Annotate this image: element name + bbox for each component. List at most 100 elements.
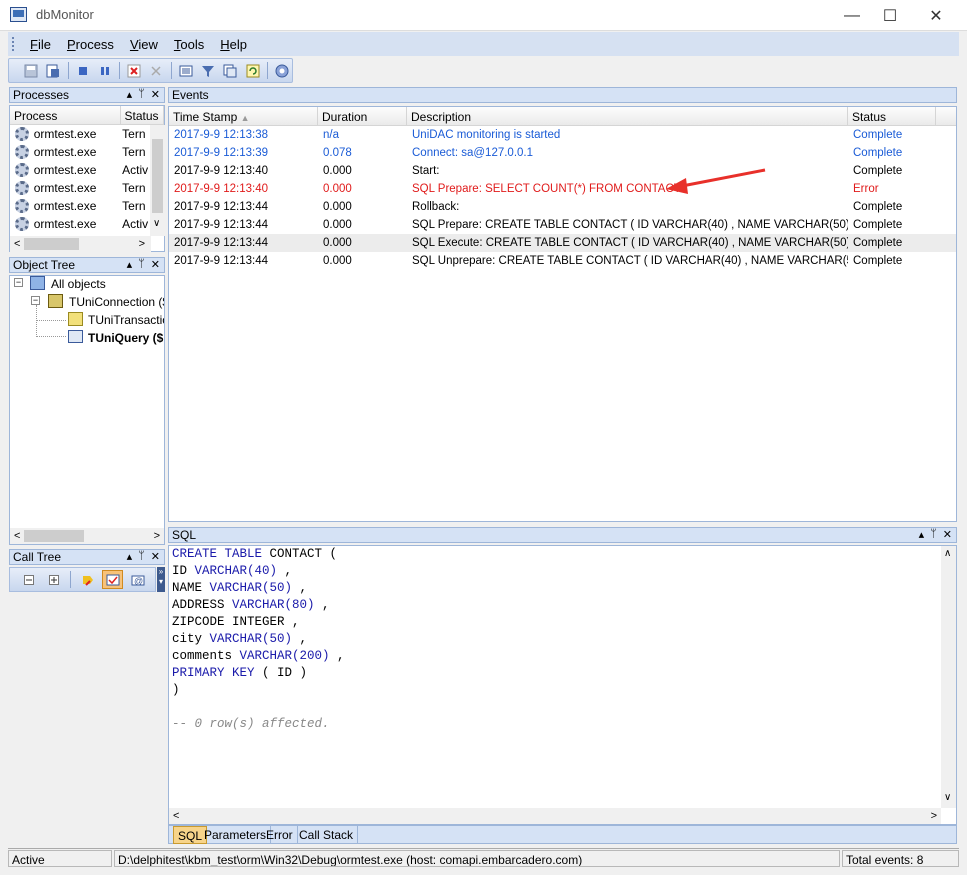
- event-description: SQL Prepare: CREATE TABLE CONTACT ( ID V…: [412, 219, 848, 231]
- process-row[interactable]: ormtest.exe Tern: [10, 125, 151, 143]
- sql-line: [172, 700, 345, 717]
- event-status: Complete: [853, 165, 903, 177]
- close-panel-icon[interactable]: ✕: [151, 88, 160, 101]
- dropdown-icon[interactable]: ▴: [127, 550, 133, 563]
- close-panel-icon[interactable]: ✕: [151, 258, 160, 271]
- event-row[interactable]: 2017-9-9 12:13:44 0.000 SQL Execute: CREAT…: [169, 234, 956, 252]
- menu-item-accelerator: H: [220, 36, 230, 52]
- pause-icon[interactable]: [95, 61, 115, 80]
- menu-item-accelerator: P: [66, 36, 76, 52]
- save-as-icon[interactable]: [43, 61, 63, 80]
- tree-node-connection[interactable]: TUniConnection ($0: [69, 295, 164, 309]
- event-row[interactable]: 2017-9-9 12:13:44 0.000 SQL Unprepare: CRE…: [169, 252, 956, 270]
- sql-token: VARCHAR: [209, 632, 263, 646]
- pin-icon[interactable]: ᛘ: [138, 550, 145, 563]
- collapse-all-icon[interactable]: [18, 570, 39, 589]
- scroll-down-icon[interactable]: ∨: [944, 792, 951, 803]
- column-header-timestamp[interactable]: Time Stamp ▲: [169, 107, 318, 125]
- scroll-right-icon[interactable]: >: [154, 530, 160, 542]
- process-row[interactable]: ormtest.exe Tern: [10, 197, 151, 215]
- sql-token: (50): [262, 581, 293, 595]
- menu-item[interactable]: Help: [212, 37, 255, 52]
- email-icon[interactable]: @: [127, 570, 148, 589]
- copy-icon[interactable]: [220, 61, 240, 80]
- event-row[interactable]: 2017-9-9 12:13:40 0.000 Start: Complete: [169, 162, 956, 180]
- event-row[interactable]: 2017-9-9 12:13:38 n/a UniDAC monitoring is…: [169, 126, 956, 144]
- delete-icon[interactable]: [124, 61, 144, 80]
- collapse-icon[interactable]: −: [14, 278, 23, 287]
- refresh-icon[interactable]: [242, 61, 262, 80]
- save-icon[interactable]: [21, 61, 41, 80]
- status-state: Active: [8, 850, 112, 867]
- vertical-scrollbar[interactable]: ∧ ∨: [941, 546, 956, 808]
- process-status: Tern: [122, 127, 146, 141]
- pin-icon[interactable]: ᛘ: [138, 258, 145, 271]
- tab-error[interactable]: Error: [262, 826, 298, 844]
- status-path: D:\delphitest\kbm_test\orm\Win32\Debug\o…: [114, 850, 840, 867]
- vertical-scrollbar[interactable]: ∨: [150, 125, 165, 236]
- event-row[interactable]: 2017-9-9 12:13:40 0.000 SQL Prepare: SELEC…: [169, 180, 956, 198]
- process-row[interactable]: ormtest.exe Tern: [10, 179, 151, 197]
- monitor-icon[interactable]: [272, 61, 292, 80]
- clear-icon[interactable]: [146, 61, 166, 80]
- column-header-status[interactable]: Status: [121, 106, 164, 124]
- properties-icon[interactable]: [176, 61, 196, 80]
- horizontal-scrollbar[interactable]: < >: [10, 236, 151, 252]
- stop-icon[interactable]: [73, 61, 93, 80]
- event-row[interactable]: 2017-9-9 12:13:39 0.078 Connect: sa@127.0.…: [169, 144, 956, 162]
- horizontal-scrollbar[interactable]: < >: [10, 528, 164, 544]
- tab-parameters[interactable]: Parameters: [200, 826, 272, 844]
- scroll-right-icon[interactable]: >: [931, 810, 937, 822]
- dropdown-icon[interactable]: ▴: [127, 258, 133, 271]
- event-row[interactable]: 2017-9-9 12:13:44 0.000 Rollback: Complete: [169, 198, 956, 216]
- column-header-process[interactable]: Process: [10, 106, 121, 124]
- pin-icon[interactable]: ᛘ: [138, 88, 145, 101]
- sql-editor[interactable]: CREATE TABLE CONTACT (ID VARCHAR(40) , NA…: [168, 545, 957, 825]
- column-header-status[interactable]: Status: [848, 107, 936, 125]
- filter-icon[interactable]: [198, 61, 218, 80]
- tree-node-all-objects[interactable]: All objects: [51, 277, 106, 291]
- close-button[interactable]: ✕: [913, 0, 959, 31]
- menu-item[interactable]: File: [22, 37, 59, 52]
- sql-token: city: [172, 632, 210, 646]
- app-icon: [10, 7, 27, 22]
- scroll-right-icon[interactable]: >: [139, 238, 145, 250]
- tree-node-query[interactable]: TUniQuery ($(: [88, 331, 164, 345]
- close-panel-icon[interactable]: ✕: [151, 550, 160, 563]
- menu-item[interactable]: Tools: [166, 37, 212, 52]
- event-status: Complete: [853, 147, 903, 159]
- collapse-icon[interactable]: −: [31, 296, 40, 305]
- dropdown-icon[interactable]: ▴: [919, 528, 925, 541]
- process-row[interactable]: ormtest.exe Activ: [10, 215, 151, 233]
- tree-node-transaction[interactable]: TUniTransaction: [88, 313, 164, 327]
- column-header-duration[interactable]: Duration: [318, 107, 407, 125]
- scroll-down-icon[interactable]: ∨: [153, 218, 160, 229]
- event-timestamp: 2017-9-9 12:13:44: [174, 237, 268, 249]
- toolbar-overflow-icon[interactable]: » ▾: [157, 567, 165, 592]
- column-header-description[interactable]: Description: [407, 107, 848, 125]
- menu-item[interactable]: Process: [59, 37, 122, 52]
- call-tree-toolbar: @: [9, 567, 156, 592]
- maximize-button[interactable]: ☐: [867, 0, 913, 31]
- mark-icon[interactable]: [102, 570, 123, 589]
- toolbar-separator: [67, 62, 69, 79]
- horizontal-scrollbar[interactable]: < >: [169, 808, 941, 824]
- scroll-left-icon[interactable]: <: [173, 810, 179, 822]
- process-row[interactable]: ormtest.exe Activ: [10, 161, 151, 179]
- pin-icon[interactable]: ᛘ: [930, 528, 937, 541]
- scroll-left-icon[interactable]: <: [14, 238, 20, 250]
- close-panel-icon[interactable]: ✕: [943, 528, 952, 541]
- scroll-left-icon[interactable]: <: [14, 530, 20, 542]
- process-status: Tern: [122, 181, 146, 195]
- toolbar: [8, 58, 293, 83]
- highlight-icon[interactable]: [77, 570, 98, 589]
- menu-item[interactable]: View: [122, 37, 166, 52]
- sort-asc-icon: ▲: [240, 113, 250, 123]
- expand-all-icon[interactable]: [43, 570, 64, 589]
- scroll-up-icon[interactable]: ∧: [944, 548, 951, 559]
- sql-token: ,: [314, 598, 330, 612]
- tab-call-stack[interactable]: Call Stack: [295, 826, 359, 844]
- dropdown-icon[interactable]: ▴: [127, 88, 133, 101]
- event-row[interactable]: 2017-9-9 12:13:44 0.000 SQL Prepare: CREAT…: [169, 216, 956, 234]
- process-row[interactable]: ormtest.exe Tern: [10, 143, 151, 161]
